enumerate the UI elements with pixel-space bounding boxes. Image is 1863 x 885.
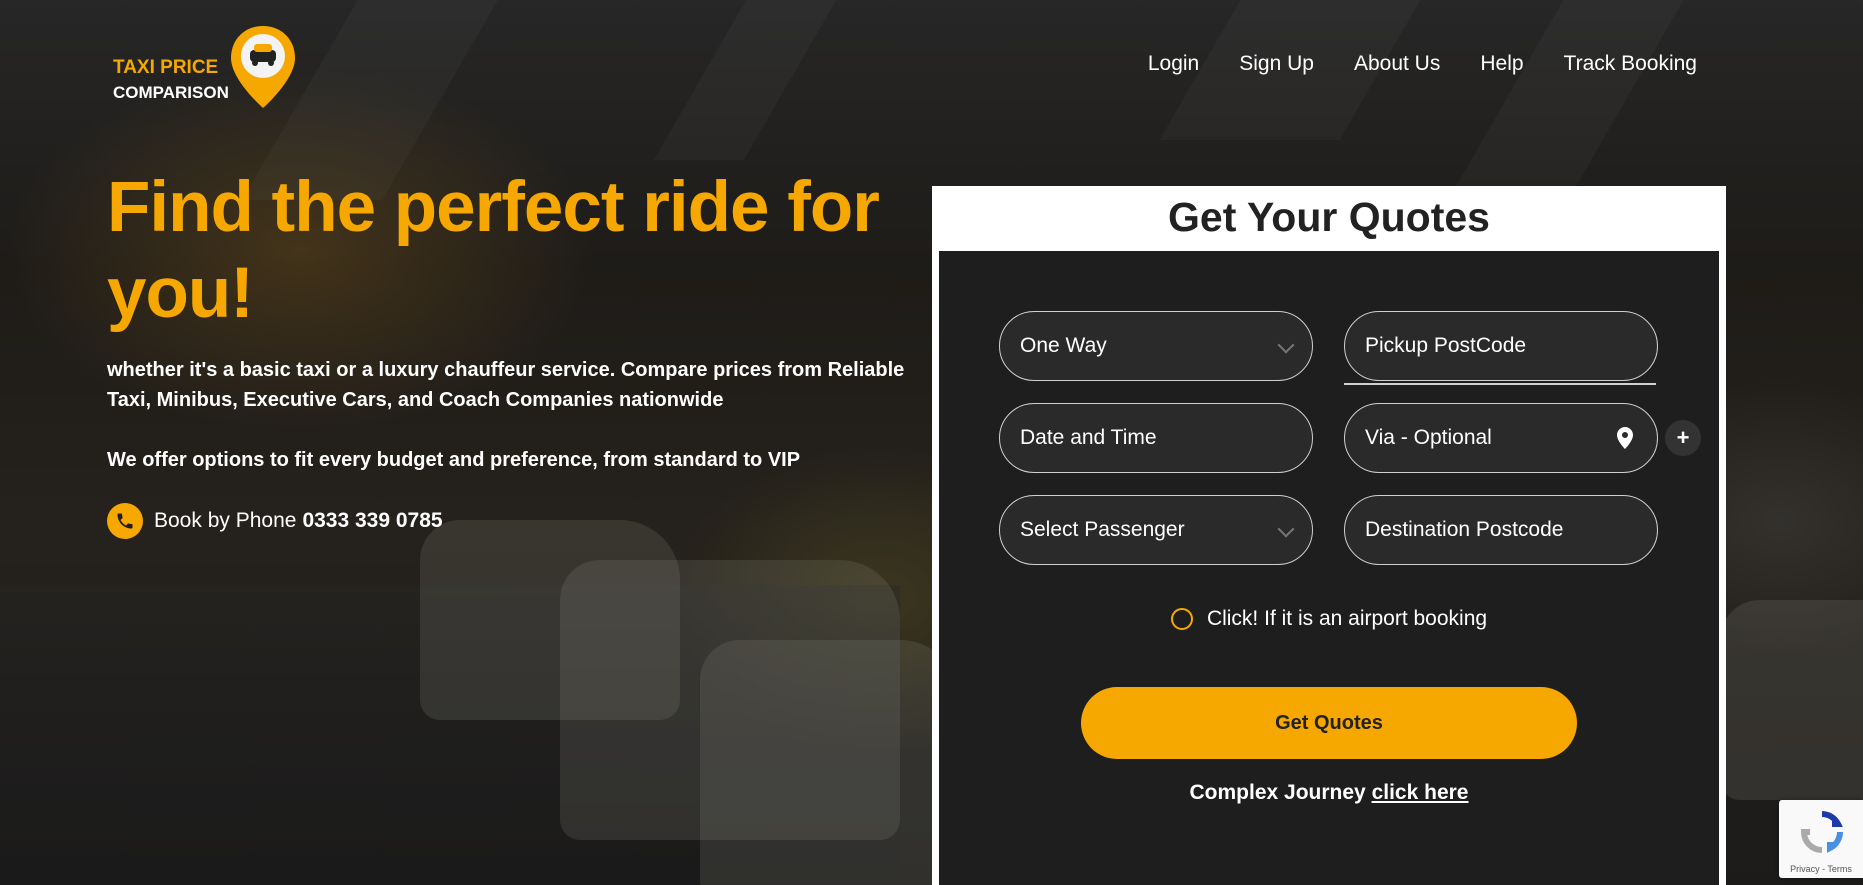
add-via-button[interactable]: + xyxy=(1665,420,1701,456)
chevron-down-icon xyxy=(1277,336,1295,354)
hero-section: Find the perfect ride for you! whether i… xyxy=(107,165,927,539)
nav-track-booking[interactable]: Track Booking xyxy=(1564,52,1697,76)
taxi-pin-icon xyxy=(231,26,295,108)
get-quotes-button[interactable]: Get Quotes xyxy=(1081,687,1577,759)
complex-journey-link[interactable]: click here xyxy=(1372,781,1469,804)
logo-text-line2: COMPARISON xyxy=(113,83,229,102)
phone-booking[interactable]: Book by Phone 0333 339 0785 xyxy=(107,503,927,539)
main-nav: Login Sign Up About Us Help Track Bookin… xyxy=(1148,52,1697,76)
complex-prefix: Complex Journey xyxy=(1189,781,1366,804)
quote-title: Get Your Quotes xyxy=(1168,194,1490,240)
quote-form: One Way Pickup PostCode Date and Time Vi… xyxy=(939,251,1719,885)
logo-text-line1: TAXI PRICE xyxy=(113,57,219,78)
date-time-input[interactable]: Date and Time xyxy=(999,403,1313,473)
nav-login[interactable]: Login xyxy=(1148,52,1199,76)
phone-prefix: Book by Phone xyxy=(154,509,297,532)
location-pin-icon xyxy=(1617,427,1633,449)
pickup-placeholder: Pickup PostCode xyxy=(1365,334,1527,357)
site-header: TAXI PRICE COMPARISON Login Sign Up Abou… xyxy=(0,0,1863,130)
nav-about-us[interactable]: About Us xyxy=(1354,52,1440,76)
chevron-down-icon xyxy=(1277,520,1295,538)
phone-icon xyxy=(107,503,143,539)
airport-radio[interactable] xyxy=(1170,608,1193,630)
datetime-placeholder: Date and Time xyxy=(1020,426,1157,449)
destination-postcode-input[interactable]: Destination Postcode xyxy=(1344,495,1658,565)
destination-placeholder: Destination Postcode xyxy=(1365,518,1564,541)
recaptcha-terms[interactable]: Privacy - Terms xyxy=(1779,864,1863,874)
phone-number[interactable]: 0333 339 0785 xyxy=(302,509,442,533)
trip-type-select[interactable]: One Way xyxy=(999,311,1313,381)
passenger-placeholder: Select Passenger xyxy=(1020,518,1185,541)
trip-type-value: One Way xyxy=(1020,334,1107,357)
brand-logo[interactable]: TAXI PRICE COMPARISON xyxy=(108,24,308,114)
hero-tagline: We offer options to fit every budget and… xyxy=(107,449,801,471)
airport-label[interactable]: Click! If it is an airport booking xyxy=(1207,607,1487,631)
quote-panel: Get Your Quotes One Way Pickup PostCode … xyxy=(932,186,1726,885)
nav-sign-up[interactable]: Sign Up xyxy=(1239,52,1314,76)
nav-help[interactable]: Help xyxy=(1480,52,1523,76)
airport-booking-option: Click! If it is an airport booking xyxy=(939,607,1719,631)
pickup-underline xyxy=(1344,383,1656,385)
hero-subtitle: whether it's a basic taxi or a luxury ch… xyxy=(107,359,905,411)
pickup-postcode-input[interactable]: Pickup PostCode xyxy=(1344,311,1658,381)
passenger-select[interactable]: Select Passenger xyxy=(999,495,1313,565)
via-placeholder: Via - Optional xyxy=(1365,426,1492,449)
via-input[interactable]: Via - Optional xyxy=(1344,403,1658,473)
recaptcha-badge[interactable]: Privacy - Terms xyxy=(1779,800,1863,878)
recaptcha-icon xyxy=(1800,811,1843,853)
complex-journey: Complex Journey click here xyxy=(939,781,1719,805)
hero-title: Find the perfect ride for you! xyxy=(107,168,880,333)
